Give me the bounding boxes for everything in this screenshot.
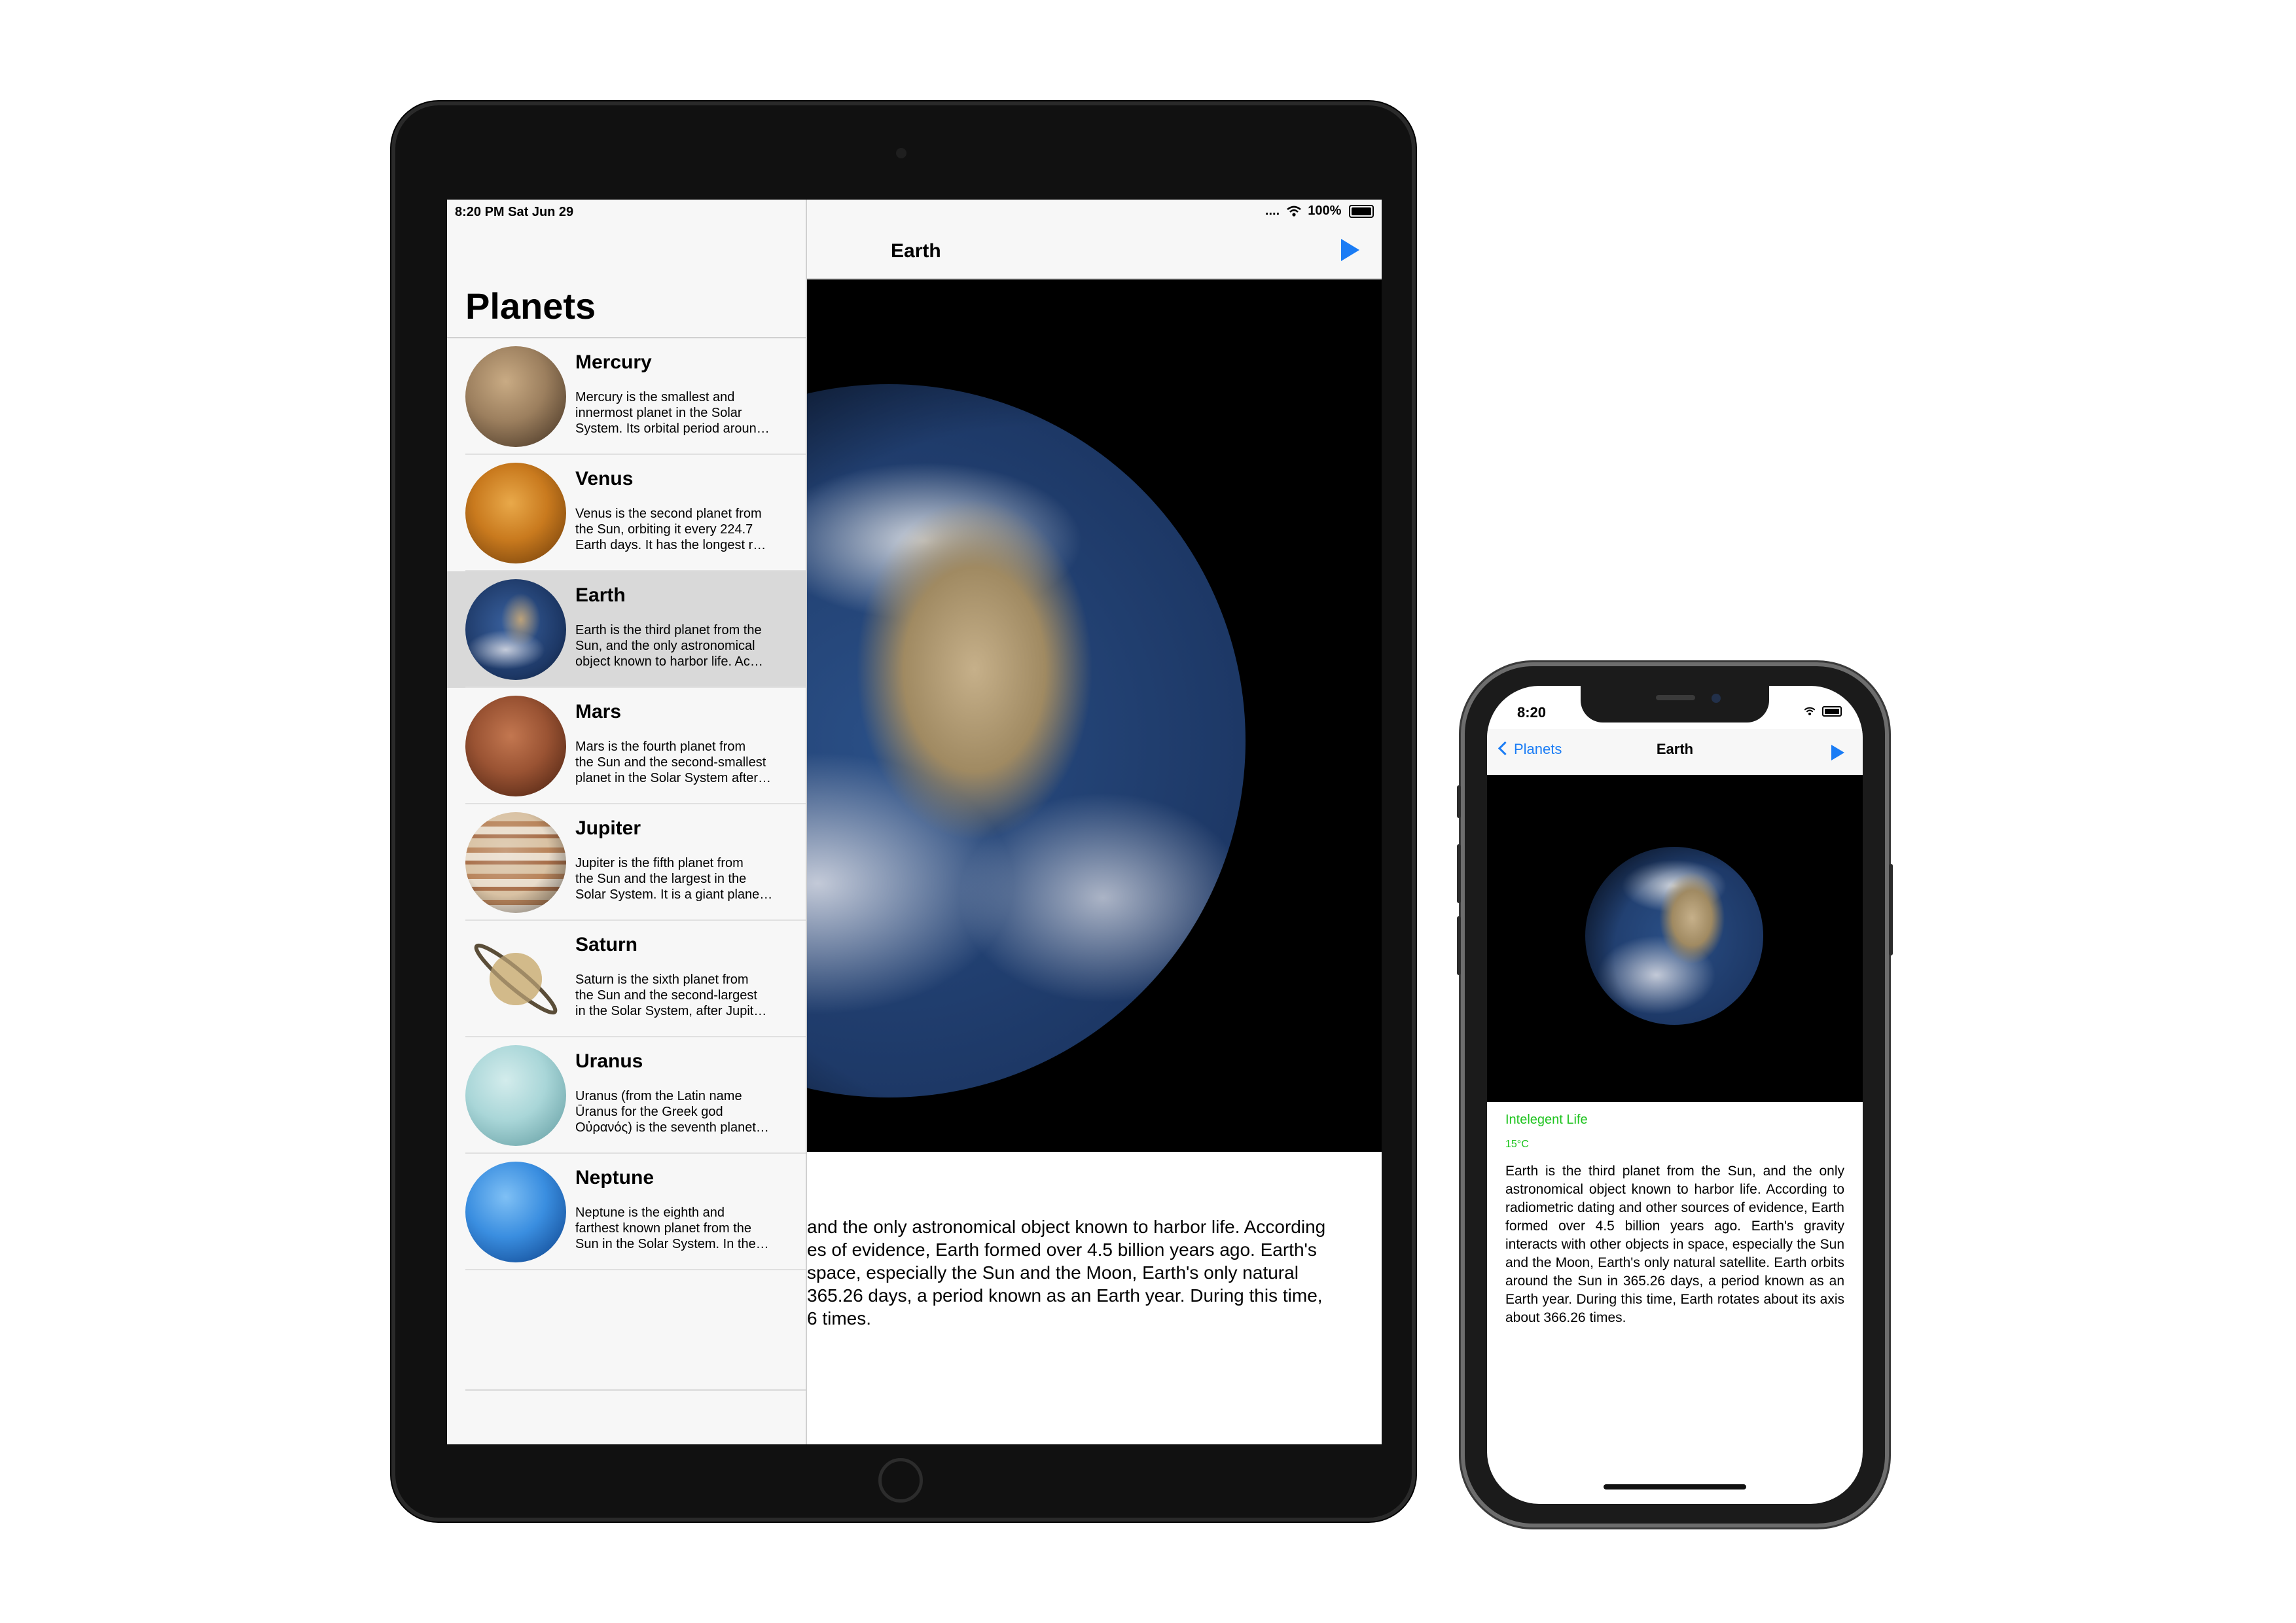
- status-time: 8:20: [1517, 704, 1547, 721]
- jupiter-thumbnail: [465, 812, 566, 913]
- list-item-description: Neptune is the eighth and farthest known…: [575, 1205, 769, 1251]
- list-item-description: Venus is the second planet from the Sun,…: [575, 507, 766, 552]
- home-indicator[interactable]: [1604, 1484, 1746, 1489]
- list-item-description: Saturn is the sixth planet from the Sun …: [575, 972, 767, 1018]
- play-icon[interactable]: [1341, 239, 1359, 261]
- notch: [1581, 686, 1769, 722]
- saturn-thumbnail: [465, 929, 566, 1029]
- venus-thumbnail: [465, 463, 566, 563]
- iphone-volume-button: [1457, 844, 1461, 903]
- battery-icon: [1822, 706, 1842, 717]
- list-item-jupiter[interactable]: Jupiter Jupiter is the fifth planet from…: [447, 804, 806, 921]
- iphone-volume-button: [1457, 916, 1461, 975]
- neptune-thumbnail: [465, 1162, 566, 1262]
- nav-title: Earth: [1656, 741, 1694, 757]
- ipad-home-button[interactable]: [878, 1458, 923, 1503]
- wifi-icon: [1286, 205, 1301, 217]
- ipad-camera: [896, 148, 906, 158]
- list-item-description: Earth is the third planet from the Sun, …: [575, 623, 763, 669]
- list-item-mars[interactable]: Mars Mars is the fourth planet from the …: [447, 688, 806, 804]
- list-item-venus[interactable]: Venus Venus is the second planet from th…: [447, 455, 806, 571]
- list-item-description: Uranus (from the Latin name Ūranus for t…: [575, 1089, 769, 1135]
- front-camera: [1712, 694, 1721, 703]
- list-item-title: Saturn: [575, 934, 638, 955]
- battery-icon: [1349, 204, 1374, 218]
- list-item-description: Mercury is the smallest and innermost pl…: [575, 390, 770, 436]
- page-title: Planets: [465, 285, 596, 327]
- planet-description: and the only astronomical object known t…: [807, 1217, 1326, 1329]
- divider: [465, 1269, 806, 1270]
- list-item-description: Mars is the fourth planet from the Sun a…: [575, 740, 772, 785]
- battery-percent: 100%: [1308, 204, 1342, 218]
- life-label: Intelegent Life: [1505, 1113, 1588, 1127]
- signal-indicator: ....: [1265, 204, 1280, 218]
- planets-master-panel: 8:20 PM Sat Jun 29 Planets Mercury Mercu…: [447, 200, 807, 1444]
- list-item-title: Venus: [575, 468, 634, 490]
- navigation-bar: Planets Earth: [1487, 729, 1863, 776]
- wifi-icon: [1804, 707, 1816, 716]
- list-item-title: Jupiter: [575, 817, 641, 839]
- ipad-screen: 8:20 PM Sat Jun 29 Planets Mercury Mercu…: [447, 200, 1382, 1444]
- mercury-thumbnail: [465, 346, 566, 447]
- list-item-title: Uranus: [575, 1050, 643, 1072]
- iphone-screen: 8:20 Planets Earth Intelegent Life 15°C …: [1487, 686, 1863, 1504]
- temperature-label: 15°C: [1505, 1139, 1529, 1150]
- earth-globe-image: [807, 384, 1246, 1097]
- list-item-description: Jupiter is the fifth planet from the Sun…: [575, 856, 773, 902]
- list-item-earth[interactable]: Earth Earth is the third planet from the…: [447, 571, 806, 688]
- iphone-volume-button: [1457, 785, 1461, 818]
- mars-thumbnail: [465, 696, 566, 796]
- list-item-title: Neptune: [575, 1167, 654, 1188]
- status-indicators: [1803, 704, 1842, 718]
- navigation-bar: Earth .... 100%: [807, 200, 1382, 279]
- divider: [465, 1389, 806, 1391]
- earth-globe-image: [1585, 847, 1763, 1025]
- uranus-thumbnail: [465, 1045, 566, 1146]
- list-item-title: Earth: [575, 584, 626, 606]
- status-indicators: .... 100%: [1265, 204, 1374, 219]
- status-time: 8:20 PM Sat Jun 29: [455, 205, 574, 219]
- earth-thumbnail: [465, 579, 566, 680]
- planet-detail-panel: Earth .... 100% and the only astronomica…: [807, 200, 1382, 1444]
- list-item-uranus[interactable]: Uranus Uranus (from the Latin name Ūranu…: [447, 1037, 806, 1154]
- list-item-mercury[interactable]: Mercury Mercury is the smallest and inne…: [447, 338, 806, 455]
- play-icon[interactable]: [1831, 745, 1844, 760]
- list-item-saturn[interactable]: Saturn Saturn is the sixth planet from t…: [447, 921, 806, 1037]
- speaker: [1656, 695, 1695, 700]
- list-item-neptune[interactable]: Neptune Neptune is the eighth and farthe…: [447, 1154, 806, 1270]
- planet-description: Earth is the third planet from the Sun, …: [1505, 1164, 1844, 1325]
- planet-image: [1487, 775, 1863, 1102]
- iphone-power-button: [1889, 864, 1893, 955]
- planet-image: [807, 279, 1382, 1152]
- list-item-title: Mercury: [575, 351, 652, 373]
- list-item-title: Mars: [575, 701, 622, 722]
- nav-title: Earth: [891, 240, 941, 262]
